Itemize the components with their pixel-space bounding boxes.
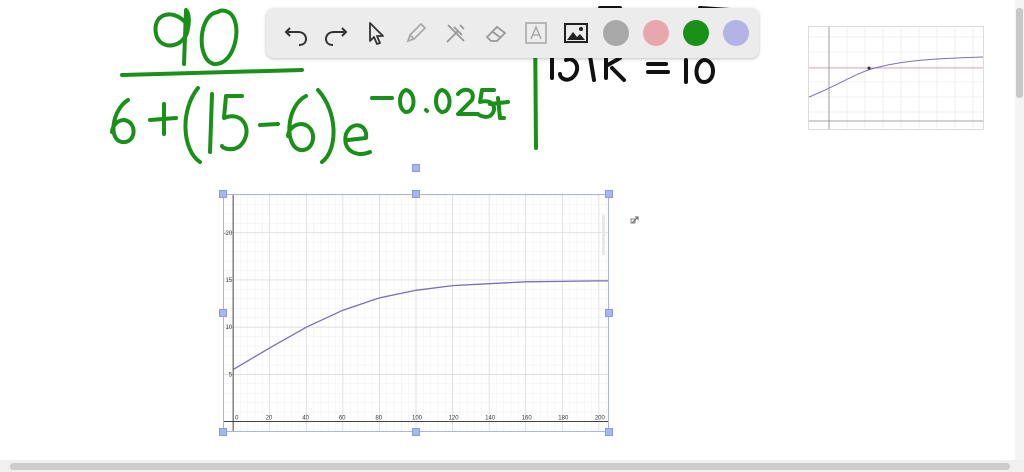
- image-icon: [564, 23, 588, 43]
- x-tick-label: 0: [235, 416, 239, 422]
- x-tick-label: 100: [412, 416, 423, 422]
- ink-exp-0b: [434, 88, 452, 114]
- ink-top-right-scribble: [550, 54, 715, 84]
- eraser-icon: [485, 25, 507, 42]
- redo-icon: [324, 27, 348, 46]
- pencil-icon: [406, 22, 427, 43]
- vertical-scrollbar[interactable]: [1015, 0, 1024, 460]
- ink-plus: [148, 102, 178, 136]
- graph-thumbnail[interactable]: [808, 26, 984, 130]
- eraser-button[interactable]: [476, 13, 516, 53]
- color-swatch-pink[interactable]: [643, 20, 669, 46]
- ink-digit-6b: [286, 94, 315, 152]
- x-tick-label: 160: [522, 416, 533, 422]
- resize-handle-w[interactable]: [219, 309, 227, 317]
- horizontal-scroll-thumb[interactable]: [10, 463, 1010, 470]
- graph-thumbnail-plot: [808, 27, 984, 129]
- resize-handle-e[interactable]: [605, 309, 613, 317]
- ink-exp-2: [456, 87, 478, 116]
- pointer-icon: [369, 22, 384, 45]
- color-swatch-green[interactable]: [683, 20, 709, 46]
- graph-plot: 0 20 40 60 80 100 120 140 160 180 200 5 10 15 -20: [223, 194, 608, 431]
- image-button[interactable]: [556, 13, 596, 53]
- x-tick-label: 120: [449, 416, 460, 422]
- x-tick-label: 180: [558, 416, 569, 422]
- text-button[interactable]: [516, 13, 556, 53]
- resize-handle-nw[interactable]: [219, 190, 227, 198]
- x-tick-label: 20: [266, 416, 273, 422]
- resize-handle-s[interactable]: [412, 428, 420, 436]
- pencil-button[interactable]: [396, 13, 436, 53]
- y-tick-label: 15: [225, 278, 232, 284]
- ink-exp-dot: [424, 108, 429, 113]
- color-swatch-lavender[interactable]: [723, 20, 749, 46]
- pointer-button[interactable]: [356, 13, 396, 53]
- redo-button[interactable]: [316, 13, 356, 53]
- x-tick-label: 80: [375, 416, 382, 422]
- undo-button[interactable]: [276, 13, 316, 53]
- graph-scroll-indicator: [602, 215, 605, 255]
- x-tick-label: 200: [595, 416, 606, 422]
- horizontal-scrollbar[interactable]: [0, 460, 1024, 472]
- x-tick-label: 60: [339, 416, 346, 422]
- graph-widget[interactable]: 0 20 40 60 80 100 120 140 160 180 200 5 10 15 -20: [223, 194, 609, 432]
- ink-minus: [258, 122, 280, 127]
- ink-e: [343, 123, 372, 156]
- tools-button[interactable]: [436, 13, 476, 53]
- resize-handle-rotate[interactable]: [412, 164, 420, 172]
- undo-icon: [284, 27, 308, 46]
- y-tick-label: 10: [225, 325, 232, 331]
- resize-handle-ne[interactable]: [605, 190, 613, 198]
- ink-exp-0: [398, 88, 416, 114]
- color-swatch-gray[interactable]: [603, 20, 629, 46]
- ink-digit-1: [208, 92, 214, 154]
- y-tick-label: -20: [224, 231, 233, 237]
- thumbnail-curve: [808, 56, 984, 98]
- x-tick-label: 40: [302, 416, 309, 422]
- ink-digit-9: [153, 8, 191, 66]
- drawing-toolbar: [266, 8, 759, 58]
- resize-handle-sw[interactable]: [219, 428, 227, 436]
- text-icon: [525, 22, 547, 44]
- ink-paren-left: [183, 86, 202, 164]
- tools-icon: [446, 24, 465, 43]
- vertical-scroll-thumb[interactable]: [1016, 8, 1023, 98]
- whiteboard-canvas[interactable]: 0 20 40 60 80 100 120 140 160 180 200 5 10 15 -20: [0, 0, 1024, 460]
- expand-icon[interactable]: [629, 214, 641, 226]
- ink-digit-6: [110, 98, 136, 145]
- ink-paren-right: [316, 88, 336, 164]
- ink-digit-5: [220, 94, 249, 152]
- series-line: [232, 280, 608, 371]
- ink-digit-0: [199, 8, 239, 66]
- x-tick-label: 140: [485, 416, 496, 422]
- resize-handle-se[interactable]: [605, 428, 613, 436]
- resize-handle-n[interactable]: [412, 190, 420, 198]
- y-tick-label: 5: [229, 372, 233, 378]
- ink-fraction-bar: [120, 68, 304, 77]
